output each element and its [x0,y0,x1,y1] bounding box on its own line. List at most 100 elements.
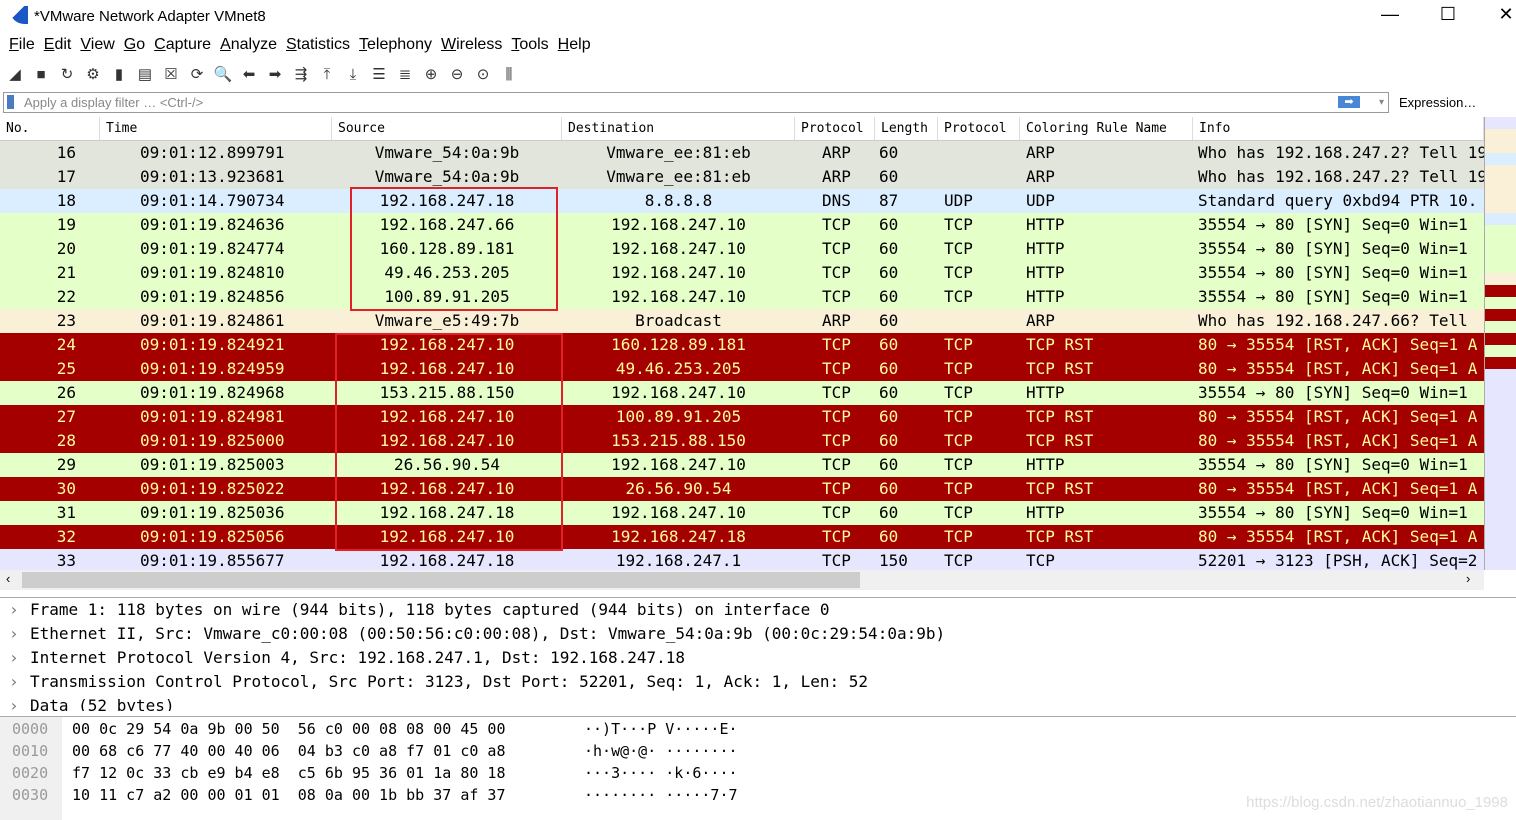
column-header-0[interactable]: No. [0,117,100,140]
detail-tree-item[interactable]: › Ethernet II, Src: Vmware_c0:00:08 (00:5… [0,622,1516,646]
cell-length: 60 [879,455,899,474]
shark-fin-start-icon[interactable]: ◢ [4,64,26,86]
last-packet-icon[interactable]: ⤓ [342,64,364,86]
byte-ascii[interactable]: ···3···· ·k·6···· [584,762,738,784]
byte-hex[interactable]: 10 11 c7 a2 00 00 01 01 08 0a 00 1b bb 3… [72,784,505,806]
go-to-packet-icon[interactable]: ⇶ [290,64,312,86]
scroll-right-icon[interactable]: › [1466,571,1470,586]
reload-icon[interactable]: ⟳ [186,64,208,86]
open-folder-icon[interactable]: ▮ [108,64,130,86]
close-button[interactable]: ✕ [1486,4,1516,25]
column-header-6[interactable]: Protocol [938,117,1020,140]
packet-row[interactable]: 28 09:01:19.825000 192.168.247.10 153.215.8… [0,429,1484,453]
forward-icon[interactable]: ➡ [264,64,286,86]
first-packet-icon[interactable]: ⤒ [316,64,338,86]
column-header-3[interactable]: Destination [562,117,795,140]
packet-row[interactable]: 18 09:01:14.790734 192.168.247.18 8.8.8.8 DN… [0,189,1484,213]
menu-go[interactable]: Go [124,36,145,60]
cell-time: 09:01:19.825022 [140,479,285,498]
menu-edit[interactable]: Edit [44,36,72,60]
cell-length: 60 [879,431,899,450]
close-file-icon[interactable]: ☒ [160,64,182,86]
byte-hex[interactable]: 00 68 c6 77 40 00 40 06 04 b3 c0 a8 f7 0… [72,740,505,762]
bookmark-icon[interactable] [7,95,14,109]
packet-row[interactable]: 22 09:01:19.824856 100.89.91.205 192.168.24… [0,285,1484,309]
packet-row[interactable]: 19 09:01:19.824636 192.168.247.66 192.168.2… [0,213,1484,237]
expand-chevron-icon[interactable]: › [9,694,19,711]
expand-chevron-icon[interactable]: › [9,646,19,670]
expand-chevron-icon[interactable]: › [9,670,19,694]
detail-tree-item[interactable]: › Data (52 bytes) [0,694,1516,711]
column-header-1[interactable]: Time [100,117,332,140]
stop-icon[interactable]: ■ [30,64,52,86]
options-gear-icon[interactable]: ⚙ [82,64,104,86]
packet-row[interactable]: 24 09:01:19.824921 192.168.247.10 160.128.8… [0,333,1484,357]
cell-time: 09:01:19.824774 [140,239,285,258]
packet-row[interactable]: 29 09:01:19.825003 26.56.90.54 192.168.247.… [0,453,1484,477]
packet-row[interactable]: 30 09:01:19.825022 192.168.247.10 26.56.90.… [0,477,1484,501]
packet-row[interactable]: 23 09:01:19.824861 Vmware_e5:49:7b Broadcas… [0,309,1484,333]
packet-row[interactable]: 32 09:01:19.825056 192.168.247.10 192.168.2… [0,525,1484,549]
detail-tree-item[interactable]: › Internet Protocol Version 4, Src: 192.1… [0,646,1516,670]
packet-row[interactable]: 17 09:01:13.923681 Vmware_54:0a:9b Vmware_e… [0,165,1484,189]
apply-filter-arrow-icon[interactable]: ➡ [1338,96,1360,108]
packet-row[interactable]: 21 09:01:19.824810 49.46.253.205 192.168.24… [0,261,1484,285]
zoom-in-icon[interactable]: ⊕ [420,64,442,86]
column-header-8[interactable]: Info [1193,117,1484,140]
menu-statistics[interactable]: Statistics [286,36,350,60]
scrollbar-thumb[interactable] [22,572,860,588]
cell-destination: 8.8.8.8 [644,191,713,210]
maximize-button[interactable]: ☐ [1428,4,1468,25]
display-filter-input[interactable]: Apply a display filter … <Ctrl-/> ➡ ▾ [3,92,1389,113]
menu-analyze[interactable]: Analyze [220,36,277,60]
byte-ascii[interactable]: ·h·w@·@· ········ [584,740,738,762]
detail-text: Data (52 bytes) [30,696,175,711]
menu-capture[interactable]: Capture [154,36,211,60]
menu-tools[interactable]: Tools [511,36,548,60]
scroll-left-icon[interactable]: ‹ [6,571,10,586]
colorize-icon[interactable]: ≣ [394,64,416,86]
column-header-2[interactable]: Source [332,117,562,140]
cell-protocol2: TCP [944,407,973,426]
detail-tree-item[interactable]: › Frame 1: 118 bytes on wire (944 bits), … [0,598,1516,622]
cell-protocol: TCP [822,455,851,474]
expand-chevron-icon[interactable]: › [9,622,19,646]
resize-columns-icon[interactable]: ⫼ [498,64,520,86]
expand-chevron-icon[interactable]: › [9,598,19,622]
expression-button[interactable]: Expression… [1399,95,1476,110]
cell-no: 21 [56,263,76,282]
packet-row[interactable]: 16 09:01:12.899791 Vmware_54:0a:9b Vmware_e… [0,141,1484,165]
column-header-5[interactable]: Length [875,117,938,140]
zoom-out-icon[interactable]: ⊖ [446,64,468,86]
save-file-icon[interactable]: ▤ [134,64,156,86]
packet-row[interactable]: 25 09:01:19.824959 192.168.247.10 49.46.253… [0,357,1484,381]
byte-hex[interactable]: f7 12 0c 33 cb e9 b4 e8 c5 6b 95 36 01 1… [72,762,505,784]
menu-telephony[interactable]: Telephony [359,36,432,60]
detail-tree-item[interactable]: › Transmission Control Protocol, Src Port… [0,670,1516,694]
packet-list: 16 09:01:12.899791 Vmware_54:0a:9b Vmware_e… [0,141,1484,573]
menu-view[interactable]: View [80,36,114,60]
byte-hex[interactable]: 00 0c 29 54 0a 9b 00 50 56 c0 00 08 08 0… [72,718,505,740]
filter-dropdown-icon[interactable]: ▾ [1379,93,1384,112]
byte-ascii[interactable]: ··)T···P V·····E· [584,718,738,740]
byte-ascii[interactable]: ········ ·····7·7 [584,784,738,806]
menu-wireless[interactable]: Wireless [441,36,502,60]
minimize-button[interactable]: — [1370,4,1410,25]
menu-file[interactable]: File [9,36,35,60]
autoscroll-icon[interactable]: ☰ [368,64,390,86]
horizontal-scrollbar[interactable]: ‹ › [0,570,1484,590]
packet-row[interactable]: 27 09:01:19.824981 192.168.247.10 100.89.91… [0,405,1484,429]
zoom-normal-icon[interactable]: ⊙ [472,64,494,86]
menu-help[interactable]: Help [558,36,591,60]
cell-length: 60 [879,503,899,522]
restart-icon[interactable]: ↻ [56,64,78,86]
packet-row[interactable]: 20 09:01:19.824774 160.128.89.181 192.168.2… [0,237,1484,261]
packet-row[interactable]: 26 09:01:19.824968 153.215.88.150 192.168.2… [0,381,1484,405]
packet-minimap-scrollbar[interactable] [1484,117,1516,570]
back-icon[interactable]: ⬅ [238,64,260,86]
packet-row[interactable]: 31 09:01:19.825036 192.168.247.18 192.168.2… [0,501,1484,525]
find-icon[interactable]: 🔍 [212,64,234,86]
column-header-7[interactable]: Coloring Rule Name [1020,117,1193,140]
column-header-4[interactable]: Protocol [795,117,875,140]
minimap-mark [1485,141,1516,153]
